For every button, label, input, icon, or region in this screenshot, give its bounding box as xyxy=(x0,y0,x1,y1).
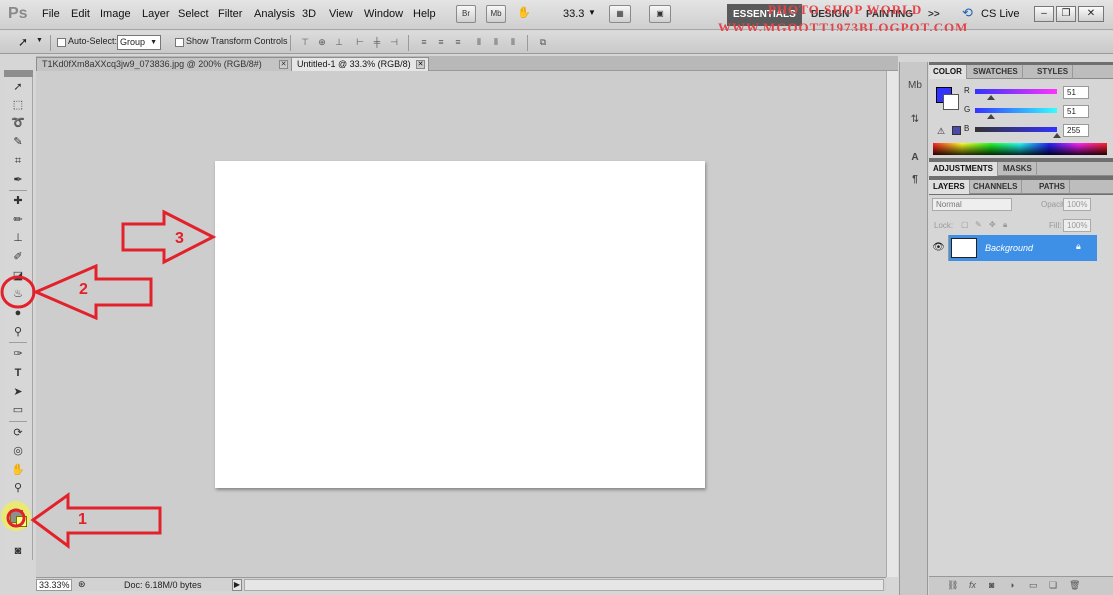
tutorial-annotations xyxy=(0,209,217,549)
annotation-number-1: 1 xyxy=(78,511,87,528)
highlight-circle-paint-bucket xyxy=(0,275,36,309)
arrow-1 xyxy=(30,492,162,549)
annotation-number-3: 3 xyxy=(175,230,184,247)
arrow-2 xyxy=(32,263,153,321)
arrow-3 xyxy=(121,209,217,265)
annotation-number-2: 2 xyxy=(79,281,88,298)
